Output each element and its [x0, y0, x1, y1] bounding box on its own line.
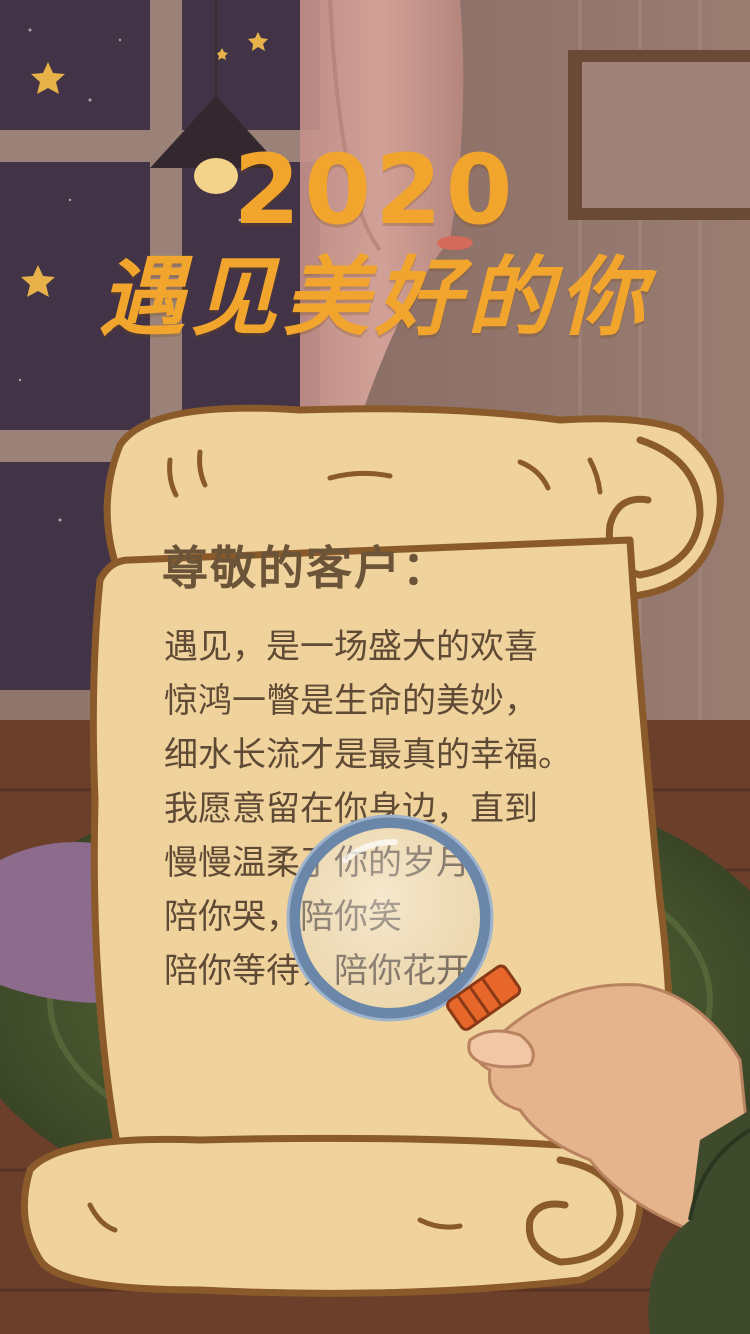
title-year: 2020	[233, 134, 517, 246]
letter-line: 陪你哭，陪你笑	[164, 897, 402, 937]
letter-line: 我愿意留在你身边，直到	[164, 789, 538, 829]
letter-line: 惊鸿一瞥是生命的美妙，	[164, 681, 538, 721]
letter-content: 尊敬的客户： 遇见，是一场盛大的欢喜 惊鸿一瞥是生命的美妙， 细水长流才是最真的…	[158, 538, 628, 998]
letter-greeting: 尊敬的客户：	[162, 541, 450, 595]
letter-line: 细水长流才是最真的幸福。	[164, 735, 572, 775]
letter-line: 遇见，是一场盛大的欢喜	[164, 627, 538, 667]
letter-line: 慢慢温柔了你的岁月	[164, 843, 470, 883]
letter-line: 陪你等待，陪你花开	[164, 951, 470, 991]
title-headline: 遇见美好的你	[99, 248, 651, 348]
letter-lines: 遇见，是一场盛大的欢喜 惊鸿一瞥是生命的美妙， 细水长流才是最真的幸福。 我愿意…	[158, 620, 628, 998]
